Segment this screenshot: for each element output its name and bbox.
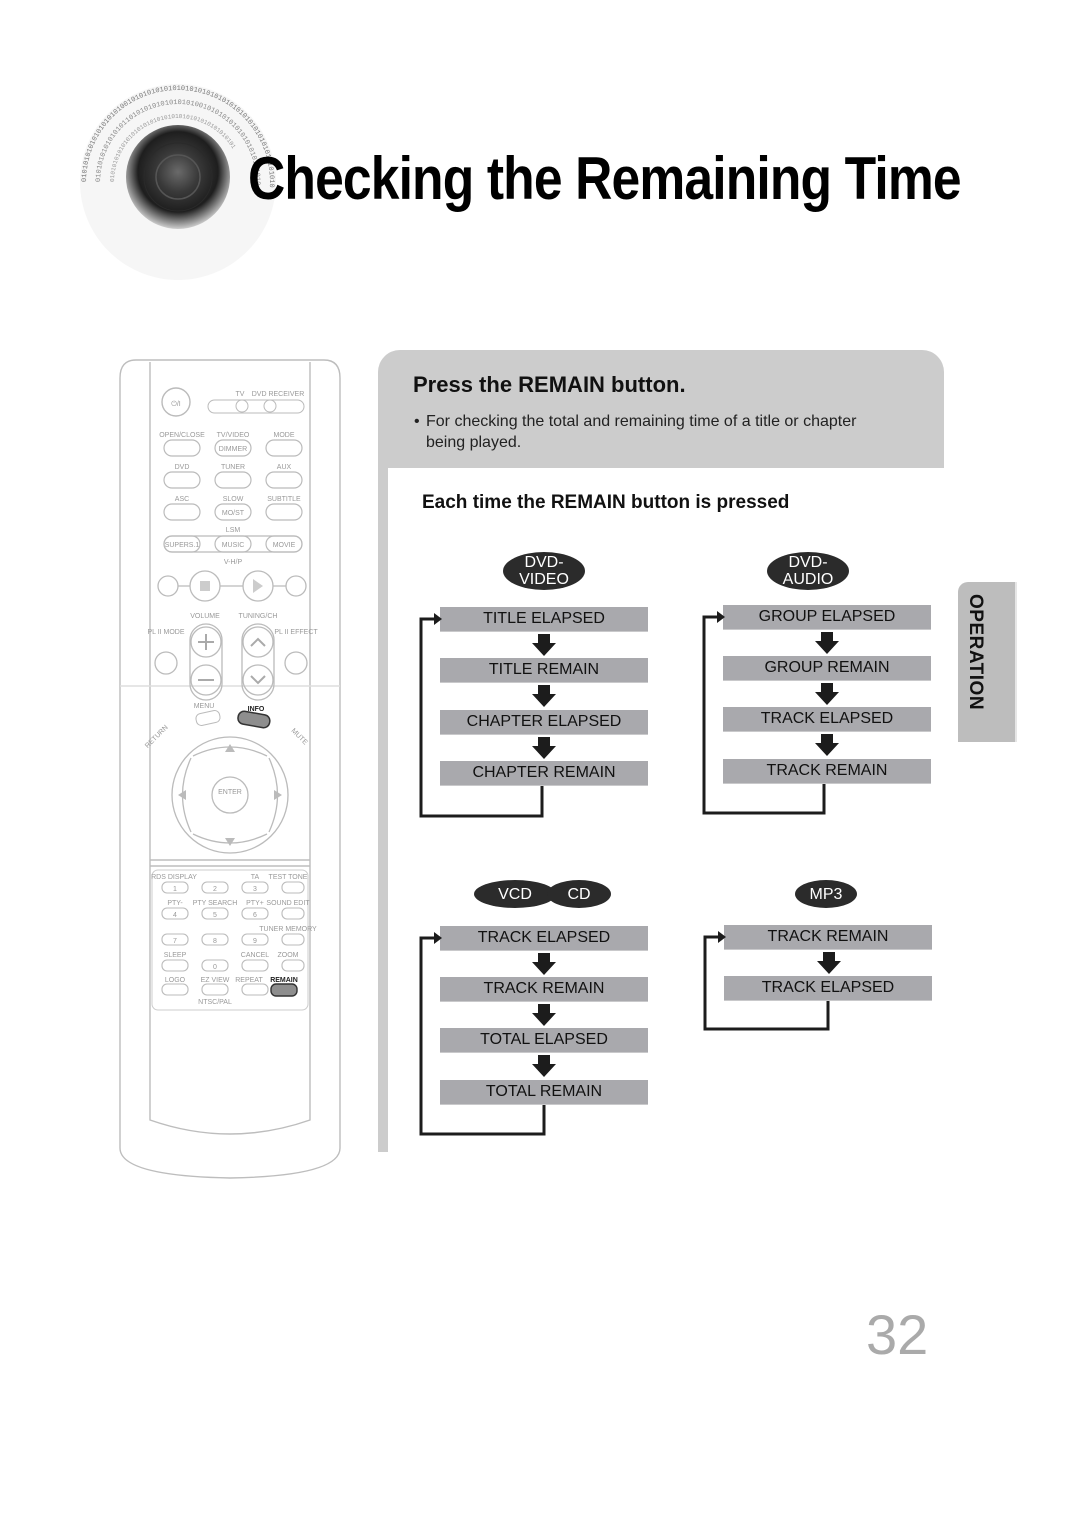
loop-back-arrow-icon [419,932,546,1136]
page-title: Checking the Remaining Time [248,145,962,212]
remote-label: 8 [213,938,217,945]
remote-label: ASC [175,496,189,503]
info-button-highlight [237,710,271,729]
step-note-line2: being played. [426,434,522,451]
cd-badge: CD [547,880,611,908]
remote-label: SLEEP [164,952,187,959]
remote-control-icon: ⏻/I TV DVD RECEIVER OPEN/CLOSE TV/VIDEO … [119,359,341,1179]
remote-label: OPEN/CLOSE [159,432,205,439]
remote-label: DVD [175,464,190,471]
remote-label: TV [236,391,245,398]
loop-back-arrow-icon [702,611,826,815]
remote-label: MUTE [290,727,309,746]
remote-label: TV/VIDEO [217,432,250,439]
remote-label: PL II MODE [147,629,184,636]
remote-label: NTSC/PAL [198,999,232,1006]
remote-label: MODE [274,432,295,439]
remote-label: REMAIN [270,977,298,984]
remote-label: V-H/P [224,559,243,566]
remote-power-label: ⏻/I [171,400,180,408]
remote-label: AUX [277,464,292,471]
badge-line: DVD- [788,554,828,571]
vcd-badge: VCD [474,880,556,908]
remote-label: TUNING/CH [239,613,278,620]
remote-label: VOLUME [190,613,220,620]
remote-label: SOUND EDIT [266,900,310,907]
remote-label: TUNER [221,464,245,471]
remain-button-highlight [270,983,298,997]
dvd-audio-badge: DVD- AUDIO [767,552,849,590]
remote-label: ZOOM [278,952,299,959]
remote-label: 4 [173,912,177,919]
remote-label: INFO [248,706,265,713]
remote-label: REPEAT [235,977,263,984]
dvd-video-badge: DVD- VIDEO [503,552,585,590]
remote-label: 5 [213,912,217,919]
remote-label: 1 [173,886,177,893]
badge-line: VIDEO [519,571,569,588]
mp3-badge: MP3 [795,880,857,908]
remote-label: DIMMER [219,446,247,453]
remote-label: PL II EFFECT [274,629,318,636]
step-note: • For checking the total and remaining ti… [414,411,914,453]
loop-back-arrow-icon [419,613,544,818]
badge-line: AUDIO [782,571,834,588]
remote-label: PTY- [167,900,183,907]
badge-line: DVD- [524,554,564,571]
remote-label: PTY+ [246,900,264,907]
panel-side-strip [378,468,388,1152]
remote-label: 2 [213,886,217,893]
page-number: 32 [866,1303,929,1366]
subheading: Each time the REMAIN button is pressed [422,492,790,513]
bullet: • [414,413,420,430]
step-note-line1: For checking the total and remaining tim… [426,413,857,430]
remote-label: 6 [253,912,257,919]
remote-label: SLOW [223,496,244,503]
remote-label: EZ VIEW [201,977,230,984]
remote-label: RDS DISPLAY [151,874,197,881]
remote-label: PTY SEARCH [193,900,238,907]
remote-label: TA [251,874,260,881]
remote-label: MOVIE [273,542,296,549]
remote-label: 7 [173,938,177,945]
step-title: Press the REMAIN button. [413,372,686,397]
remote-label: TEST TONE [269,874,308,881]
remote-label: SUPERS.1 [165,542,200,549]
remote-label: TUNER MEMORY [259,926,317,933]
loop-back-arrow-icon [703,931,830,1031]
remote-label: 3 [253,886,257,893]
section-tab-label: OPERATION [965,594,986,711]
remote-label: SUBTITLE [267,496,301,503]
remote-label: MO/ST [222,510,245,517]
remote-label: RETURN [144,724,170,750]
remote-label: MUSIC [222,542,245,549]
section-tab-operation[interactable]: OPERATION [958,582,1017,742]
remote-label: ENTER [218,789,242,796]
remote-label: DVD RECEIVER [252,391,305,398]
remote-label: LSM [226,527,241,534]
remote-label: 0 [213,964,217,971]
remote-label: 9 [253,938,257,945]
remote-label: CANCEL [241,952,270,959]
remote-label: LOGO [165,977,186,984]
remote-label: MENU [194,703,215,710]
